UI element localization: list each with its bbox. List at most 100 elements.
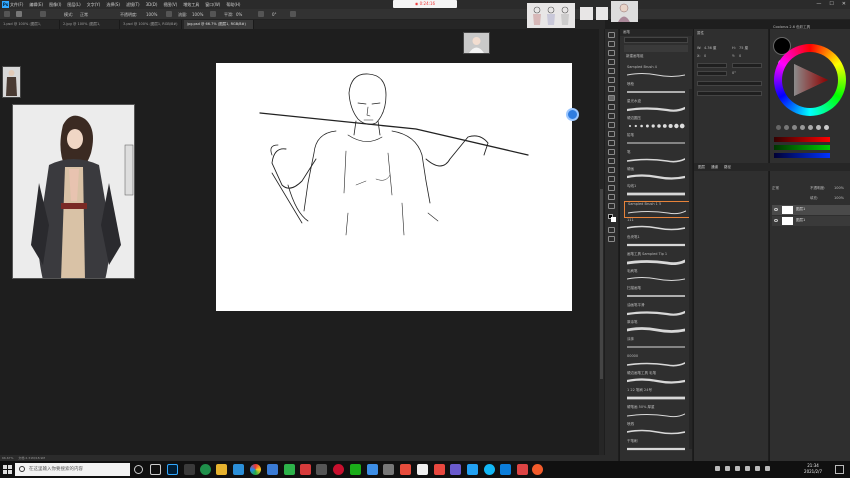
move-tool-icon[interactable] bbox=[608, 32, 615, 38]
app-icon[interactable] bbox=[267, 464, 278, 475]
swatch[interactable] bbox=[824, 125, 829, 130]
maximize-icon[interactable]: ☐ bbox=[829, 0, 833, 9]
tray-icon[interactable] bbox=[735, 466, 740, 471]
reference-image-character[interactable] bbox=[12, 104, 135, 279]
tray-icon[interactable] bbox=[765, 466, 770, 471]
app-icon[interactable] bbox=[417, 464, 428, 475]
app-icon[interactable] bbox=[450, 464, 461, 475]
app-icon[interactable] bbox=[316, 464, 327, 475]
recording-indicator[interactable]: ◉ 0:24:16 bbox=[393, 0, 457, 8]
flow-input[interactable]: 100% bbox=[192, 11, 203, 18]
app-icon[interactable] bbox=[284, 464, 295, 475]
brush-preset-item[interactable]: 喷枪 bbox=[624, 82, 690, 99]
brush-preset-item[interactable]: 涂抹 bbox=[624, 337, 690, 354]
opacity-input[interactable]: 100% bbox=[146, 11, 157, 18]
swatch[interactable] bbox=[800, 125, 805, 130]
blue-slider[interactable] bbox=[774, 153, 830, 158]
height-value[interactable]: 75 厘 bbox=[739, 46, 748, 51]
y-value[interactable]: 0 bbox=[739, 54, 741, 58]
reference-thumbnail[interactable] bbox=[611, 1, 638, 22]
menu-edit[interactable]: 编辑(E) bbox=[29, 0, 43, 9]
type-tool-icon[interactable] bbox=[608, 167, 615, 173]
hand-tool-icon[interactable] bbox=[608, 194, 615, 200]
brush-search-input[interactable] bbox=[624, 37, 688, 43]
healing-brush-icon[interactable] bbox=[608, 86, 615, 92]
brush-preset-item[interactable]: 扫描画笔 bbox=[624, 286, 690, 303]
floating-assist-button[interactable] bbox=[566, 108, 579, 121]
brush-preset-item[interactable]: 厚涂笔 bbox=[624, 320, 690, 337]
tab-layers[interactable]: 图层 bbox=[698, 163, 705, 171]
layer-opacity-value[interactable]: 100% bbox=[834, 186, 844, 190]
crop-tool-icon[interactable] bbox=[608, 68, 615, 74]
app-icon[interactable] bbox=[383, 464, 394, 475]
reference-image-portrait[interactable] bbox=[463, 32, 490, 54]
angle-input[interactable]: 0° bbox=[272, 11, 277, 18]
pressure-opacity-icon[interactable] bbox=[166, 11, 172, 17]
menu-plugins[interactable]: 增效工具 bbox=[183, 0, 199, 9]
path-select-icon[interactable] bbox=[608, 176, 615, 182]
menu-image[interactable]: 图像(I) bbox=[49, 0, 61, 9]
qq-icon[interactable] bbox=[484, 464, 495, 475]
tray-icon[interactable] bbox=[745, 466, 750, 471]
menu-window[interactable]: 窗口(W) bbox=[205, 0, 220, 9]
x-value[interactable]: 0 bbox=[704, 54, 706, 58]
menu-file[interactable]: 文件(F) bbox=[10, 0, 23, 9]
menu-layer[interactable]: 图层(L) bbox=[67, 0, 80, 9]
brush-preset-item[interactable]: Sampled Brush 1 5 bbox=[624, 201, 690, 218]
swatch[interactable] bbox=[816, 125, 821, 130]
quick-mask-icon[interactable] bbox=[608, 227, 615, 233]
brush-list-scrollbar[interactable] bbox=[689, 89, 692, 449]
menu-help[interactable]: 帮助(H) bbox=[226, 0, 240, 9]
document-tab[interactable]: 3.psd @ 100% (图层1, RGB/8#) bbox=[120, 20, 182, 29]
brush-size-slider[interactable] bbox=[624, 45, 688, 52]
brush-tool-icon[interactable] bbox=[608, 95, 615, 101]
wechat-icon[interactable] bbox=[350, 464, 361, 475]
photoshop-app-icon[interactable] bbox=[167, 464, 178, 475]
angle-value[interactable]: 0° bbox=[732, 71, 736, 75]
brush-preset-item[interactable]: 1 22 笔刷 24号 bbox=[624, 388, 690, 405]
app-icon[interactable] bbox=[467, 464, 478, 475]
history-brush-icon[interactable] bbox=[608, 113, 615, 119]
brush-preset-item[interactable]: 干笔刷 bbox=[624, 439, 690, 456]
reference-thumbnail[interactable] bbox=[596, 7, 608, 20]
swatch[interactable] bbox=[784, 125, 789, 130]
task-view-icon[interactable] bbox=[150, 464, 161, 475]
tray-icon[interactable] bbox=[755, 466, 760, 471]
vertical-scrollbar[interactable] bbox=[599, 29, 604, 455]
fill-value[interactable]: 100% bbox=[834, 196, 844, 200]
pressure-size-icon[interactable] bbox=[290, 11, 296, 17]
brush-preset-item[interactable]: 硬笔画 50% 厚重 bbox=[624, 405, 690, 422]
recorder-app-icon[interactable] bbox=[532, 464, 543, 475]
gradient-tool-icon[interactable] bbox=[608, 131, 615, 137]
blur-tool-icon[interactable] bbox=[608, 140, 615, 146]
app-icon[interactable] bbox=[500, 464, 511, 475]
tray-icon[interactable] bbox=[715, 466, 720, 471]
color-wheel[interactable] bbox=[774, 44, 846, 116]
app-icon[interactable] bbox=[517, 464, 528, 475]
brush-preset-item[interactable]: 铅笔 bbox=[624, 133, 690, 150]
app-icon[interactable] bbox=[300, 464, 311, 475]
blend-mode-select[interactable]: 正常 bbox=[772, 186, 779, 191]
cortana-icon[interactable] bbox=[134, 465, 143, 474]
brush-preset-item[interactable]: 00000 bbox=[624, 354, 690, 371]
brush-preset-item[interactable]: 硬边圆压 bbox=[624, 116, 690, 133]
swatch[interactable] bbox=[776, 125, 781, 130]
menu-3d[interactable]: 3D(D) bbox=[146, 0, 158, 9]
swatch[interactable] bbox=[808, 125, 813, 130]
brush-preset-item[interactable]: 画笔工具 Sampled Tip 1 bbox=[624, 252, 690, 269]
reference-thumbnail[interactable] bbox=[527, 3, 575, 28]
music-app-icon[interactable] bbox=[333, 464, 344, 475]
brush-preset-item[interactable]: 油画笔平滑 bbox=[624, 303, 690, 320]
brush-preset-item[interactable]: 硬边画笔工具 毛笔 bbox=[624, 371, 690, 388]
brush-preset-item[interactable]: 硬画 bbox=[624, 167, 690, 184]
chrome-icon[interactable] bbox=[250, 464, 261, 475]
gear-icon[interactable] bbox=[258, 11, 264, 17]
tray-icon[interactable] bbox=[725, 466, 730, 471]
properties-field[interactable] bbox=[697, 71, 727, 76]
red-slider[interactable] bbox=[774, 137, 830, 142]
eyedropper-icon[interactable] bbox=[608, 77, 615, 83]
brush-preset-item[interactable]: 笔 bbox=[624, 150, 690, 167]
pen-tool-icon[interactable] bbox=[608, 158, 615, 164]
menu-filter[interactable]: 滤镜(T) bbox=[126, 0, 140, 9]
reference-image-small[interactable] bbox=[2, 66, 21, 98]
